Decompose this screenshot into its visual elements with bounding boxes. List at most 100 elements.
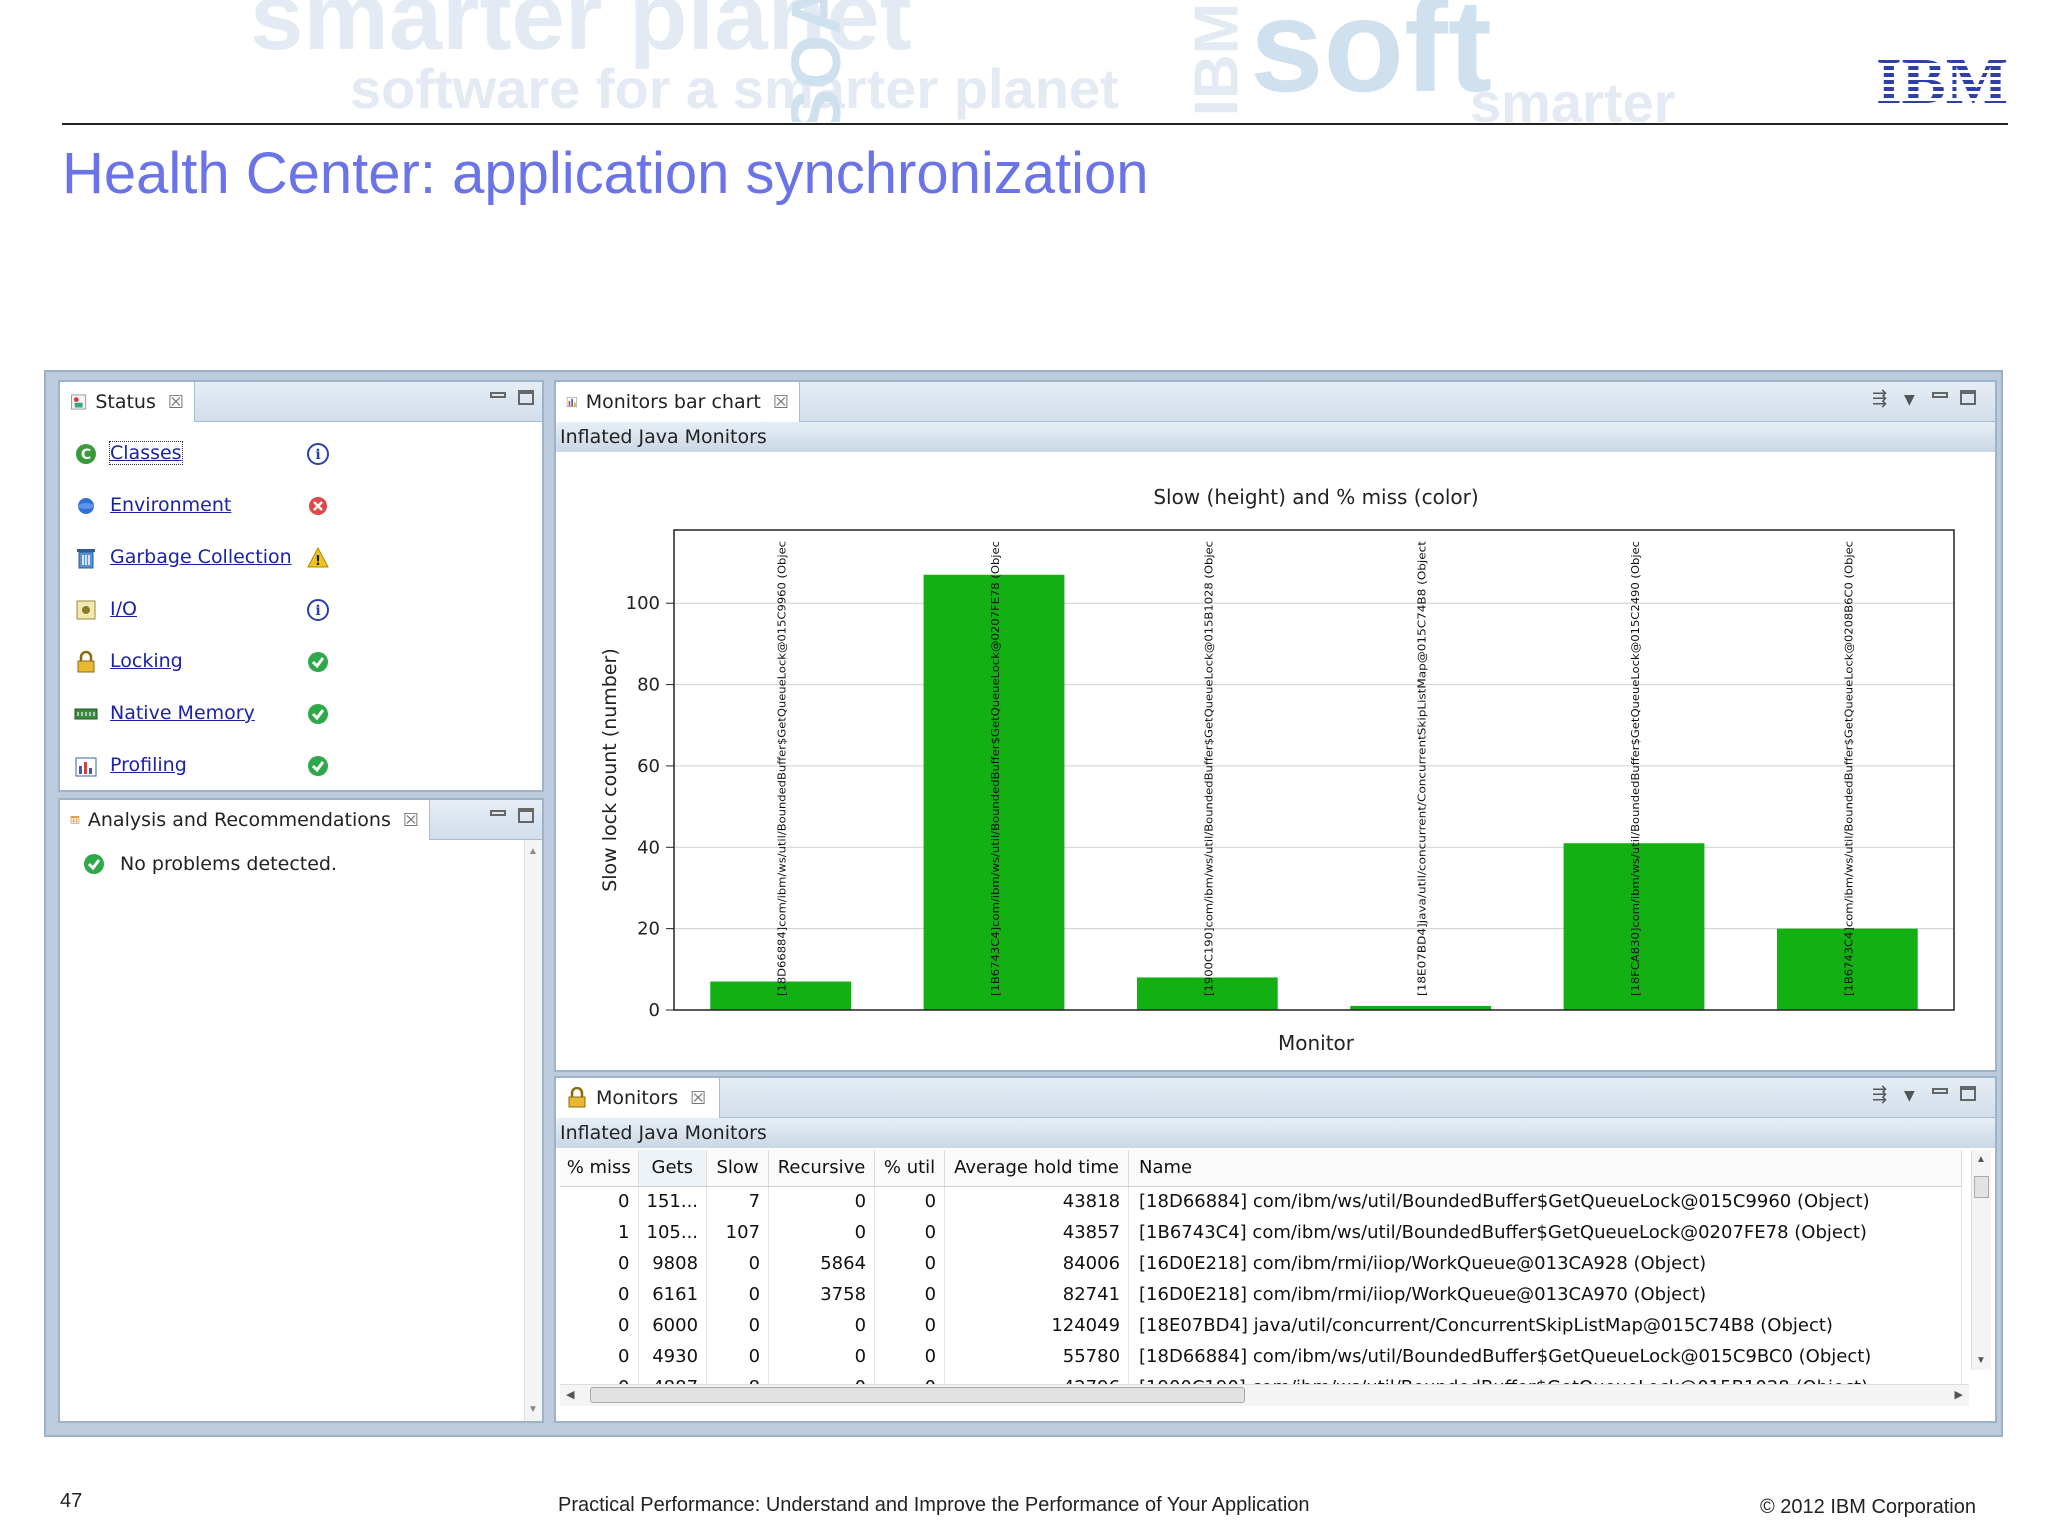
close-icon[interactable]: ☒ xyxy=(773,392,789,413)
monitors-view: Monitors ☒ ⇶ ▼ Inflated Java Monitors % … xyxy=(554,1076,1997,1423)
analysis-view: Analysis and Recommendations ☒ No proble… xyxy=(58,798,544,1423)
banner-watermark: IBM xyxy=(1182,2,1252,117)
horizontal-scrollbar[interactable]: ◀ ▶ xyxy=(560,1384,1969,1406)
analysis-view-tabbar: Analysis and Recommendations ☒ xyxy=(60,800,542,840)
banner-watermark: software for a smarter planet xyxy=(350,57,1119,120)
status-item-label[interactable]: Profiling xyxy=(110,754,187,776)
status-view-tabbar: Status ☒ xyxy=(60,382,542,422)
table-cell: 0 xyxy=(560,1279,639,1310)
table-row[interactable]: 1 105... 107 0 0 43857 [1B6743C4] com/ibm/ws/u… xyxy=(560,1217,1962,1248)
table-row[interactable]: 0 4930 0 0 0 55780 [18D66884] com/ibm/ws/util/… xyxy=(560,1341,1962,1372)
status-item-io[interactable]: I/O i xyxy=(60,590,542,630)
status-item-label[interactable]: I/O xyxy=(110,598,137,620)
status-icon xyxy=(71,394,87,410)
status-item-label[interactable]: Classes xyxy=(109,441,183,465)
table-cell: [16D0E218] com/ibm/rmi/iiop/WorkQueue@01… xyxy=(1128,1248,1962,1279)
pin-icon[interactable]: ⇶ xyxy=(1872,1084,1887,1105)
maximize-button[interactable] xyxy=(1960,1086,1976,1101)
banner-watermark: soft xyxy=(1250,0,1492,119)
tab-analysis[interactable]: Analysis and Recommendations ☒ xyxy=(60,800,430,840)
status-item-native-memory[interactable]: Native Memory xyxy=(60,694,542,734)
column-header-util[interactable]: % util xyxy=(874,1150,946,1187)
maximize-button[interactable] xyxy=(518,390,534,405)
table-cell: 0 xyxy=(560,1248,639,1279)
bar-label: [1B6743C4]com/ibm/ws/util/BoundedBuffer$… xyxy=(989,541,1002,996)
monitors-view-tabbar: Monitors ☒ ⇶ ▼ xyxy=(556,1078,1995,1118)
close-icon[interactable]: ☒ xyxy=(168,392,184,413)
column-header-slow[interactable]: Slow xyxy=(706,1150,770,1187)
table-cell: 0 xyxy=(874,1279,946,1310)
health-center-window: Status ☒ C Classes i Environment Garbage… xyxy=(44,370,2003,1437)
view-menu-icon[interactable]: ▼ xyxy=(1904,392,1915,408)
ok-icon xyxy=(308,704,328,724)
monitors-table-body: 0 151... 7 0 0 43818 [18D66884] com/ibm/ws/uti… xyxy=(560,1186,1962,1403)
table-cell: 107 xyxy=(706,1217,770,1248)
status-item-locking[interactable]: Locking xyxy=(60,642,542,682)
table-row[interactable]: 0 9808 0 5864 0 84006 [16D0E218] com/ibm/rmi/i… xyxy=(560,1248,1962,1279)
monitors-bar-chart-view: Monitors bar chart ☒ ⇶ ▼ Inflated Java M… xyxy=(554,380,1997,1072)
tab-monitors-bar-chart[interactable]: Monitors bar chart ☒ xyxy=(556,382,800,422)
tab-analysis-label: Analysis and Recommendations xyxy=(87,809,391,831)
status-item-label[interactable]: Native Memory xyxy=(110,702,255,724)
info-icon: i xyxy=(307,443,329,465)
minimize-button[interactable] xyxy=(490,392,506,398)
y-tick-label: 20 xyxy=(637,919,660,940)
status-item-environment[interactable]: Environment xyxy=(60,486,542,526)
monitors-subtitle: Inflated Java Monitors xyxy=(556,1118,1995,1148)
status-item-classes[interactable]: C Classes i xyxy=(60,434,542,474)
scroll-up-icon[interactable]: ▲ xyxy=(528,846,538,857)
scroll-thumb[interactable] xyxy=(1974,1176,1989,1198)
column-header-miss[interactable]: % miss xyxy=(560,1150,639,1187)
status-item-label[interactable]: Garbage Collection xyxy=(110,546,292,568)
pin-icon[interactable]: ⇶ xyxy=(1872,388,1887,409)
column-header-average-hold-time[interactable]: Average hold time xyxy=(944,1150,1130,1187)
scroll-thumb[interactable] xyxy=(590,1387,1245,1403)
status-item-profiling[interactable]: Profiling xyxy=(60,746,542,786)
close-icon[interactable]: ☒ xyxy=(403,810,419,831)
table-cell: 0 xyxy=(706,1248,770,1279)
table-row[interactable]: 0 151... 7 0 0 43818 [18D66884] com/ibm/ws/uti… xyxy=(560,1186,1962,1217)
minimize-button[interactable] xyxy=(490,810,506,816)
column-header-name[interactable]: Name xyxy=(1128,1150,1962,1187)
table-cell: 0 xyxy=(874,1248,946,1279)
table-row[interactable]: 0 6000 0 0 0 124049 [18E07BD4] java/util/concu… xyxy=(560,1310,1962,1341)
table-cell: 0 xyxy=(874,1310,946,1341)
footer-title: Practical Performance: Understand and Im… xyxy=(558,1494,1310,1516)
vertical-scrollbar[interactable]: ▲ ▼ xyxy=(1971,1150,1991,1370)
column-header-gets[interactable]: Gets xyxy=(638,1150,708,1187)
table-cell: 0 xyxy=(560,1341,639,1372)
minimize-button[interactable] xyxy=(1932,1088,1948,1094)
view-menu-icon[interactable]: ▼ xyxy=(1904,1088,1915,1104)
table-cell: 0 xyxy=(706,1310,770,1341)
table-icon xyxy=(70,816,80,824)
scroll-down-icon[interactable]: ▼ xyxy=(1976,1355,1986,1366)
maximize-button[interactable] xyxy=(518,808,534,823)
chart-subtitle: Inflated Java Monitors xyxy=(556,422,1995,452)
maximize-button[interactable] xyxy=(1960,390,1976,405)
vertical-scrollbar[interactable]: ▲ ▼ xyxy=(524,840,542,1421)
status-item-label[interactable]: Environment xyxy=(110,494,231,516)
trash-icon xyxy=(77,549,95,569)
table-cell: 3758 xyxy=(768,1279,876,1310)
column-header-recursive[interactable]: Recursive xyxy=(768,1150,876,1187)
status-item-label[interactable]: Locking xyxy=(110,650,183,672)
close-icon[interactable]: ☒ xyxy=(690,1088,706,1109)
tab-monitors[interactable]: Monitors ☒ xyxy=(556,1078,720,1118)
scroll-up-icon[interactable]: ▲ xyxy=(1976,1154,1986,1165)
table-cell: 82741 xyxy=(944,1279,1130,1310)
table-cell: 0 xyxy=(874,1341,946,1372)
ok-icon xyxy=(308,756,328,776)
minimize-button[interactable] xyxy=(1932,392,1948,398)
table-cell: 6000 xyxy=(638,1310,708,1341)
scroll-right-icon[interactable]: ▶ xyxy=(1955,1388,1963,1401)
bar-chart-icon xyxy=(566,396,577,408)
svg-text:C: C xyxy=(81,447,91,463)
lock-icon xyxy=(568,1087,586,1108)
scroll-down-icon[interactable]: ▼ xyxy=(528,1404,538,1415)
scroll-left-icon[interactable]: ◀ xyxy=(566,1388,574,1401)
ok-icon xyxy=(84,854,104,874)
status-item-garbage-collection[interactable]: Garbage Collection ! xyxy=(60,538,542,578)
tab-status[interactable]: Status ☒ xyxy=(60,382,195,422)
table-cell: 0 xyxy=(874,1186,946,1217)
table-row[interactable]: 0 6161 0 3758 0 82741 [16D0E218] com/ibm/rmi/i… xyxy=(560,1279,1962,1310)
